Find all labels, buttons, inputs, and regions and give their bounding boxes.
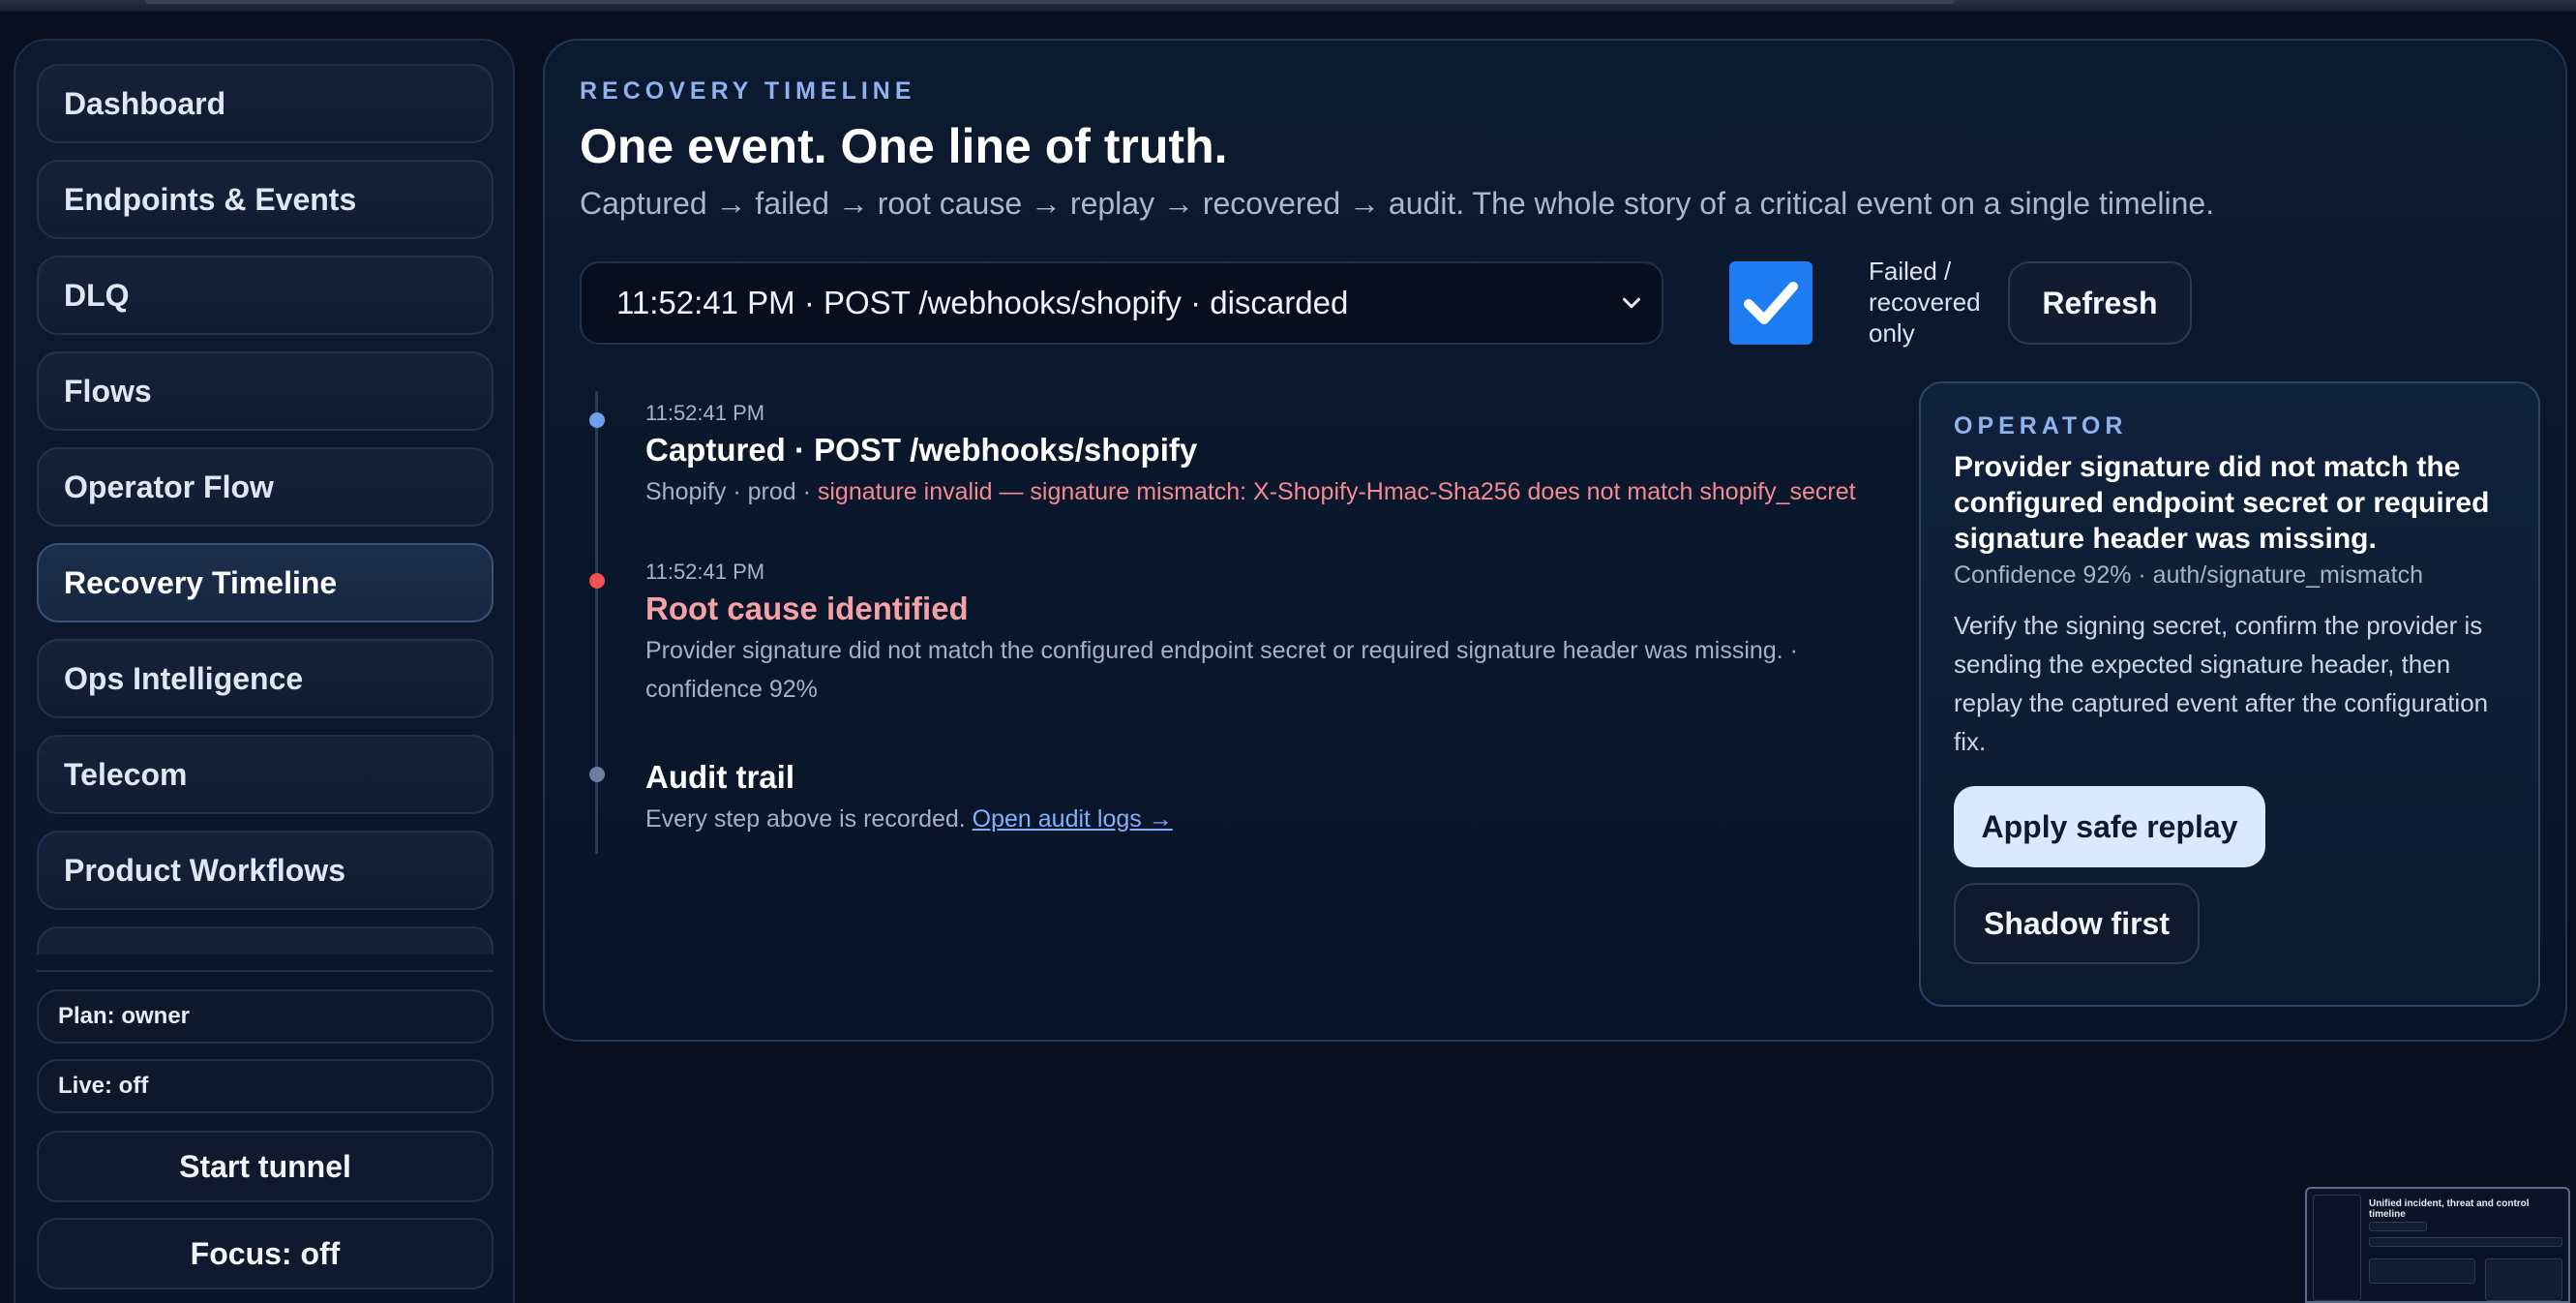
minimap-sidebar <box>2313 1195 2361 1301</box>
timeline-rail <box>595 391 598 854</box>
event-source: Shopify · prod · <box>645 478 818 505</box>
sidebar-item-endpoints-events[interactable]: Endpoints & Events <box>37 160 494 239</box>
minimap-block <box>2369 1237 2562 1247</box>
recovery-timeline-panel: RECOVERY TIMELINE One event. One line of… <box>543 39 2567 1042</box>
sidebar-item-recovery-timeline[interactable]: Recovery Timeline <box>37 543 494 622</box>
chevron-down-icon <box>1623 297 1640 309</box>
timeline-dot-audit <box>589 767 605 782</box>
failed-recovered-checkbox[interactable] <box>1729 261 1812 345</box>
event-desc-audit: Every step above is recorded. Open audit… <box>645 800 1884 838</box>
sidebar-divider <box>37 970 494 972</box>
minimap-block <box>2369 1258 2475 1284</box>
event-desc-captured: Shopify · prod · signature invalid — sig… <box>645 472 1884 511</box>
event-select[interactable]: 11:52:41 PM · POST /webhooks/shopify · d… <box>580 261 1663 345</box>
sidebar-item-product-workflows[interactable]: Product Workflows <box>37 831 494 910</box>
refresh-button[interactable]: Refresh <box>2008 261 2192 345</box>
sidebar-item-flows[interactable]: Flows <box>37 351 494 431</box>
event-title-captured: Captured · POST /webhooks/shopify <box>645 432 1198 468</box>
sidebar-item-operator-flow[interactable]: Operator Flow <box>37 447 494 527</box>
focus-toggle-button[interactable]: Focus: off <box>37 1218 494 1289</box>
sidebar: Dashboard Endpoints & Events DLQ Flows O… <box>14 39 515 1303</box>
sidebar-nav: Dashboard Endpoints & Events DLQ Flows O… <box>37 64 494 955</box>
live-status-badge[interactable]: Live: off <box>37 1059 494 1113</box>
sidebar-item-dashboard[interactable]: Dashboard <box>37 64 494 143</box>
open-audit-logs-link[interactable]: Open audit logs → <box>973 805 1173 833</box>
operator-diagnosis: Provider signature did not match the con… <box>1954 451 2490 555</box>
minimap-block <box>2485 1258 2562 1301</box>
shadow-first-button[interactable]: Shadow first <box>1954 883 2200 964</box>
event-time: 11:52:41 PM <box>645 401 765 425</box>
operator-confidence: Confidence 92% · auth/signature_mismatch <box>1954 561 2423 589</box>
operator-card: OPERATOR Provider signature did not matc… <box>1919 381 2540 1007</box>
minimap-title: Unified incident, threat and control tim… <box>2369 1198 2530 1220</box>
minimap-thumbnail[interactable]: Unified incident, threat and control tim… <box>2305 1187 2570 1303</box>
apply-safe-replay-button[interactable]: Apply safe replay <box>1954 786 2265 867</box>
plan-badge: Plan: owner <box>37 989 494 1044</box>
browser-top-bar <box>0 0 2576 12</box>
sidebar-item-next[interactable] <box>37 926 494 955</box>
page-subtitle: Captured → failed → root cause → replay … <box>580 186 2215 221</box>
event-title-audit: Audit trail <box>645 759 794 795</box>
event-error: signature invalid — signature mismatch: … <box>817 478 1856 505</box>
section-eyebrow: RECOVERY TIMELINE <box>580 77 916 105</box>
failed-recovered-label: Failed / recovered only <box>1869 257 1981 348</box>
sidebar-item-ops-intelligence[interactable]: Ops Intelligence <box>37 639 494 718</box>
checkmark-icon <box>1744 282 1798 324</box>
operator-eyebrow: OPERATOR <box>1954 412 2128 439</box>
start-tunnel-button[interactable]: Start tunnel <box>37 1131 494 1202</box>
page-title: One event. One line of truth. <box>580 119 1228 173</box>
browser-tab-strip <box>145 0 1955 4</box>
timeline-dot-captured <box>589 412 605 428</box>
event-time: 11:52:41 PM <box>645 560 765 584</box>
sidebar-item-telecom[interactable]: Telecom <box>37 735 494 814</box>
sidebar-item-dlq[interactable]: DLQ <box>37 256 494 335</box>
operator-guidance: Verify the signing secret, confirm the p… <box>1954 611 2489 756</box>
audit-desc-text: Every step above is recorded. <box>645 805 973 833</box>
event-title-root-cause: Root cause identified <box>645 591 969 626</box>
event-select-value: 11:52:41 PM · POST /webhooks/shopify · d… <box>616 285 1349 320</box>
minimap-block <box>2369 1222 2427 1231</box>
timeline-dot-root-cause <box>589 573 605 589</box>
event-desc-root-cause: Provider signature did not match the con… <box>645 637 1798 703</box>
